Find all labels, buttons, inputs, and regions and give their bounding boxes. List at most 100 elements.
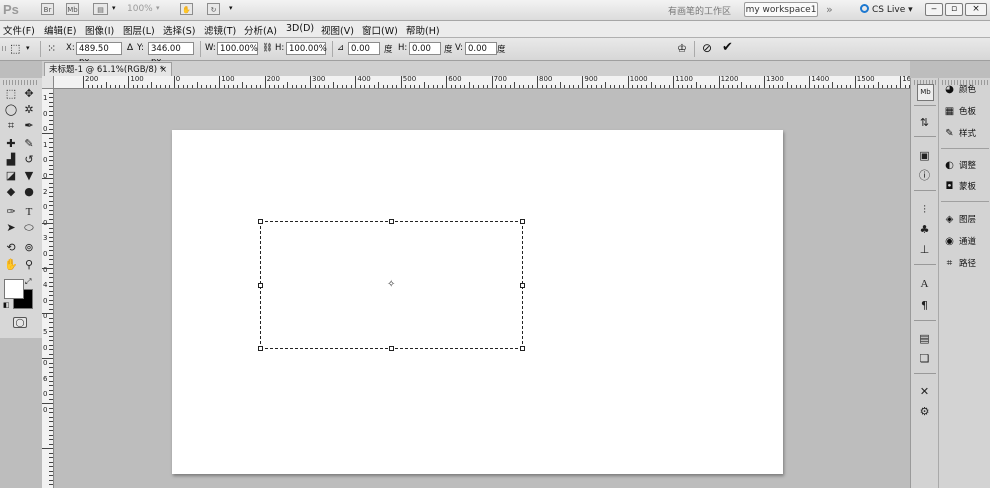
clone-source-panel-icon[interactable]: ♣: [917, 222, 932, 237]
rotate-view-icon[interactable]: ↻: [207, 3, 220, 15]
swap-colors-icon[interactable]: ⤢: [25, 277, 31, 287]
blur-tool-icon[interactable]: ◆: [3, 185, 19, 199]
layer-comps-panel-icon[interactable]: ❏: [917, 351, 932, 366]
zoom-tool-icon[interactable]: ⚲: [21, 258, 37, 272]
clone-stamp-icon[interactable]: ▟: [3, 153, 19, 167]
menu-analysis[interactable]: 分析(A): [244, 23, 277, 37]
free-transform-box[interactable]: ✧: [258, 219, 525, 351]
transform-handle-right[interactable]: [520, 283, 525, 288]
history-brush-icon[interactable]: ↺: [21, 153, 37, 167]
zoom-dropdown-icon[interactable]: ▾: [156, 4, 160, 12]
tool-preset-dropdown-icon[interactable]: ▾: [26, 44, 30, 52]
menu-filter[interactable]: 滤镜(T): [204, 23, 236, 37]
info-panel-icon[interactable]: ⓘ: [917, 168, 932, 183]
x-position-input[interactable]: 489.50 px: [76, 42, 122, 67]
paint-bucket-icon[interactable]: ▼: [21, 169, 37, 183]
magic-wand-icon[interactable]: ✲: [21, 103, 37, 117]
more-workspaces-icon[interactable]: »: [826, 3, 833, 16]
panel-swatches[interactable]: ▦ 色板: [943, 103, 989, 121]
mini-bridge-panel-icon[interactable]: Mb: [917, 84, 934, 101]
view-extras-icon[interactable]: ▤: [93, 3, 108, 15]
minimize-button[interactable]: ‒: [925, 3, 943, 16]
brush-tool-icon[interactable]: ✎: [21, 137, 37, 151]
transform-handle-bottom-right[interactable]: [520, 346, 525, 351]
bridge-icon[interactable]: Br: [41, 3, 54, 15]
maximize-button[interactable]: ▫: [945, 3, 963, 16]
shape-tool-icon[interactable]: ⬭: [21, 221, 37, 235]
transform-center-icon[interactable]: ✧: [387, 279, 395, 290]
close-window-button[interactable]: ×: [965, 3, 987, 16]
menu-layer[interactable]: 图层(L): [123, 23, 155, 37]
3d-orbit-icon[interactable]: ⊚: [21, 241, 37, 255]
height-input[interactable]: 100.00%: [286, 42, 327, 55]
hskew-input[interactable]: 0.00: [409, 42, 441, 55]
toolbox-grip[interactable]: [3, 80, 37, 85]
path-selection-icon[interactable]: ➤: [3, 221, 19, 235]
eraser-icon[interactable]: ◪: [3, 169, 19, 183]
tool-presets-panel-icon[interactable]: ⊥: [917, 242, 932, 257]
transform-tool-icon[interactable]: ⬚: [10, 42, 20, 55]
panel-masks[interactable]: ◘ 蒙板: [943, 178, 989, 196]
foreground-color-swatch[interactable]: [4, 279, 24, 299]
crop-tool-icon[interactable]: ⌗: [3, 119, 19, 133]
brush-panel-icon[interactable]: ⫶: [917, 202, 932, 217]
transform-handle-top[interactable]: [389, 219, 394, 224]
menu-select[interactable]: 选择(S): [163, 23, 195, 37]
paragraph-panel-icon[interactable]: ¶: [917, 298, 932, 313]
menu-help[interactable]: 帮助(H): [406, 23, 440, 37]
default-colors-icon[interactable]: ◧: [3, 301, 10, 309]
width-input[interactable]: 100.00%: [217, 42, 258, 55]
marquee-tool-icon[interactable]: ⬚: [3, 87, 19, 101]
character-panel-icon[interactable]: A: [917, 277, 932, 292]
zoom-level[interactable]: 100%: [127, 4, 153, 14]
workspace-active-button[interactable]: my workspace1: [744, 2, 818, 17]
vertical-ruler[interactable]: 100100200300400500600: [42, 76, 54, 488]
actions-panel-icon[interactable]: ⚙: [917, 404, 932, 419]
cancel-transform-icon[interactable]: ⊘: [702, 41, 712, 55]
panel-color[interactable]: ◕ 颜色: [943, 81, 989, 99]
pen-tool-icon[interactable]: ✑: [3, 205, 19, 219]
y-position-input[interactable]: 346.00 px: [148, 42, 194, 67]
menu-view[interactable]: 视图(V): [321, 23, 354, 37]
warp-mode-icon[interactable]: ♔: [677, 42, 687, 55]
ruler-origin[interactable]: [42, 76, 54, 89]
rotate-input[interactable]: 0.00: [348, 42, 380, 55]
menu-3d[interactable]: 3D(D): [286, 23, 314, 34]
panel-layers[interactable]: ◈ 图层: [943, 211, 989, 229]
menu-image[interactable]: 图像(I): [85, 23, 114, 37]
link-icon[interactable]: ⛓: [262, 43, 273, 53]
move-tool-icon[interactable]: ✥: [21, 87, 37, 101]
menu-window[interactable]: 窗口(W): [362, 23, 398, 37]
3d-rotate-icon[interactable]: ⟲: [3, 241, 19, 255]
menu-file[interactable]: 文件(F): [3, 23, 35, 37]
options-grip[interactable]: [2, 46, 8, 51]
navigator-panel-icon[interactable]: ▣: [917, 148, 932, 163]
close-tab-icon[interactable]: ×: [160, 63, 167, 77]
reference-point-icon[interactable]: ⁙: [47, 42, 56, 55]
horizontal-ruler[interactable]: 200 100 0 100 200 300 400 500 600 700 800 900 1000 11…: [53, 76, 910, 89]
panel-channels[interactable]: ◉ 通道: [943, 233, 989, 251]
notes-panel-icon[interactable]: ▤: [917, 331, 932, 346]
quick-mask-icon[interactable]: ◯: [13, 317, 27, 328]
transform-handle-bottom-left[interactable]: [258, 346, 263, 351]
type-tool-icon[interactable]: T: [21, 205, 37, 219]
delta-icon[interactable]: ∆: [127, 43, 133, 53]
arrange-dropdown-icon[interactable]: ▾: [229, 4, 233, 12]
eyedropper-icon[interactable]: ✒: [21, 119, 37, 133]
hand-tool-icon[interactable]: ✋: [180, 3, 193, 15]
document-tab[interactable]: 未标题-1 @ 61.1%(RGB/8) * ×: [44, 62, 172, 76]
commit-transform-icon[interactable]: ✔: [722, 40, 733, 55]
history-panel-icon[interactable]: ⇅: [917, 115, 932, 130]
transform-handle-bottom[interactable]: [389, 346, 394, 351]
menu-edit[interactable]: 编辑(E): [44, 23, 76, 37]
panel-adjustments[interactable]: ◐ 调整: [943, 157, 989, 175]
transform-handle-top-right[interactable]: [520, 219, 525, 224]
cs-live-button[interactable]: CS Live ▾: [860, 4, 913, 15]
healing-brush-icon[interactable]: ✚: [3, 137, 19, 151]
view-extras-dropdown-icon[interactable]: ▾: [112, 4, 116, 12]
workspace-painting[interactable]: 有画笔的工作区: [668, 4, 731, 17]
mini-bridge-icon[interactable]: Mb: [66, 3, 79, 15]
vskew-input[interactable]: 0.00: [465, 42, 497, 55]
lasso-tool-icon[interactable]: ◯: [3, 103, 19, 117]
dodge-tool-icon[interactable]: ●: [21, 185, 37, 199]
